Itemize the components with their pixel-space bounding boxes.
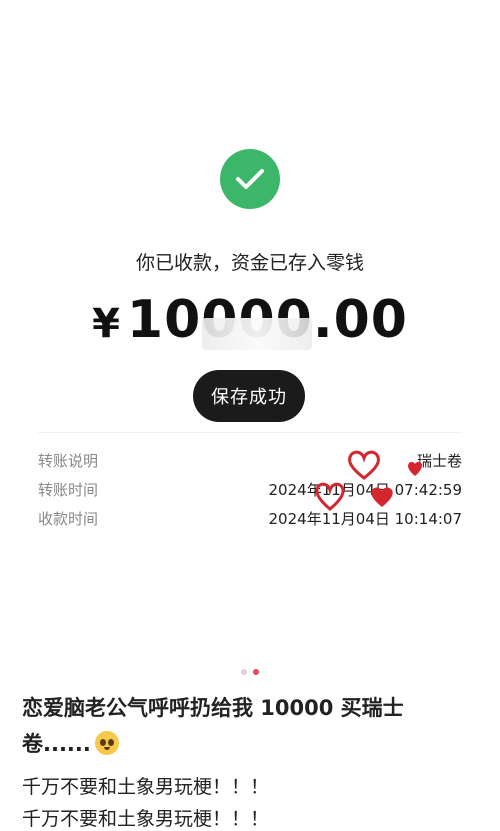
divider <box>38 432 462 433</box>
post-body-line: 千万不要和土象男玩梗！！！ <box>22 776 270 798</box>
blurred-overlay <box>202 318 312 350</box>
detail-value: 2024年11月04日 10:14:07 <box>268 509 462 528</box>
heart-icon <box>408 461 422 476</box>
post-title: 恋爱脑老公气呼呼扔给我 10000 买瑞士卷...... <box>22 690 460 762</box>
carousel-dot[interactable] <box>241 669 247 675</box>
heart-doodle-icon <box>348 450 380 480</box>
heart-doodle-icon <box>315 482 345 511</box>
post-body-line: 千万不要和土象男玩梗！！！ <box>22 808 270 830</box>
receipt-status-text: 你已收款，资金已存入零钱 <box>135 252 364 274</box>
detail-row-receive-time: 收款时间 2024年11月04日 10:14:07 <box>38 506 462 530</box>
currency-symbol: ¥ <box>92 301 121 347</box>
detail-label: 转账说明 <box>38 451 99 470</box>
detail-row-transfer-time: 转账时间 2024年11月04日 07:42:59 <box>38 477 462 501</box>
detail-row-note: 转账说明 瑞士卷 <box>38 448 462 472</box>
carousel-dot-active[interactable] <box>253 669 259 675</box>
success-check-icon <box>220 149 280 209</box>
pleading-face-icon <box>94 731 119 755</box>
save-button[interactable]: 保存成功 <box>193 370 305 422</box>
detail-value: 2024年11月04日 07:42:59 <box>268 480 462 499</box>
detail-label: 收款时间 <box>38 509 99 528</box>
post-title-text: 恋爱脑老公气呼呼扔给我 10000 买瑞士卷...... <box>22 696 404 756</box>
heart-icon <box>371 487 393 507</box>
carousel-indicator <box>0 669 500 675</box>
detail-label: 转账时间 <box>38 480 99 499</box>
